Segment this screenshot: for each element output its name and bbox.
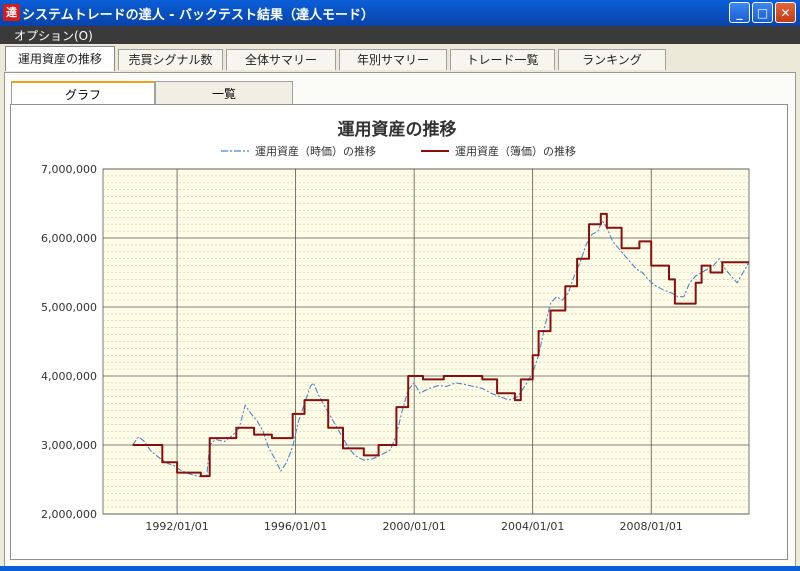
subtab-list[interactable]: 一覧 <box>155 81 293 105</box>
chart-container: 運用資産の推移 運用資産（時価）の推移 運用資産（簿価）の推移 2,000,00… <box>10 104 788 560</box>
window-title: システムトレードの達人 - バックテスト結果（達人モード） <box>22 8 375 23</box>
x-tick-label: 1992/01/01 <box>145 520 208 533</box>
tab-signal-count[interactable]: 売買シグナル数 <box>118 49 223 70</box>
tab-asset-history[interactable]: 運用資産の推移 <box>5 46 115 71</box>
minimize-button[interactable]: _ <box>729 2 750 23</box>
app-icon: 達 <box>3 4 20 21</box>
tab-overall-summary[interactable]: 全体サマリー <box>226 49 336 70</box>
y-tick-label: 6,000,000 <box>41 232 97 245</box>
y-tick-label: 3,000,000 <box>41 439 97 452</box>
x-tick-label: 2000/01/01 <box>382 520 445 533</box>
x-tick-label: 2004/01/01 <box>501 520 564 533</box>
asset-history-chart: 運用資産の推移 運用資産（時価）の推移 運用資産（簿価）の推移 2,000,00… <box>41 119 750 533</box>
legend-book-label: 運用資産（簿価）の推移 <box>455 144 576 158</box>
y-tick-label: 7,000,000 <box>41 163 97 176</box>
chart-title: 運用資産の推移 <box>338 119 457 140</box>
title-bar: 達 システムトレードの達人 - バックテスト結果（達人モード） _ □ ✕ <box>0 0 800 26</box>
menu-bar: オプション(O) <box>0 26 800 44</box>
tab-trade-list[interactable]: トレード一覧 <box>450 49 555 70</box>
plot-area: 2,000,000 3,000,000 4,000,000 5,000,000 6,00… <box>41 163 750 533</box>
x-tick-label: 2008/01/01 <box>620 520 683 533</box>
menu-options[interactable]: オプション(O) <box>14 27 93 44</box>
subtab-graph[interactable]: グラフ <box>11 81 155 105</box>
maximize-button[interactable]: □ <box>752 2 773 23</box>
y-tick-label: 5,000,000 <box>41 301 97 314</box>
legend-market-label: 運用資産（時価）の推移 <box>255 144 376 158</box>
x-tick-label: 1996/01/01 <box>264 520 327 533</box>
close-button[interactable]: ✕ <box>775 2 796 23</box>
y-tick-label: 2,000,000 <box>41 508 97 521</box>
main-tab-row: 運用資産の推移 売買シグナル数 全体サマリー 年別サマリー トレード一覧 ランキ… <box>0 44 800 72</box>
tab-yearly-summary[interactable]: 年別サマリー <box>339 49 447 70</box>
y-tick-label: 4,000,000 <box>41 370 97 383</box>
window-bottom-border <box>0 566 800 571</box>
tab-ranking[interactable]: ランキング <box>558 49 666 70</box>
